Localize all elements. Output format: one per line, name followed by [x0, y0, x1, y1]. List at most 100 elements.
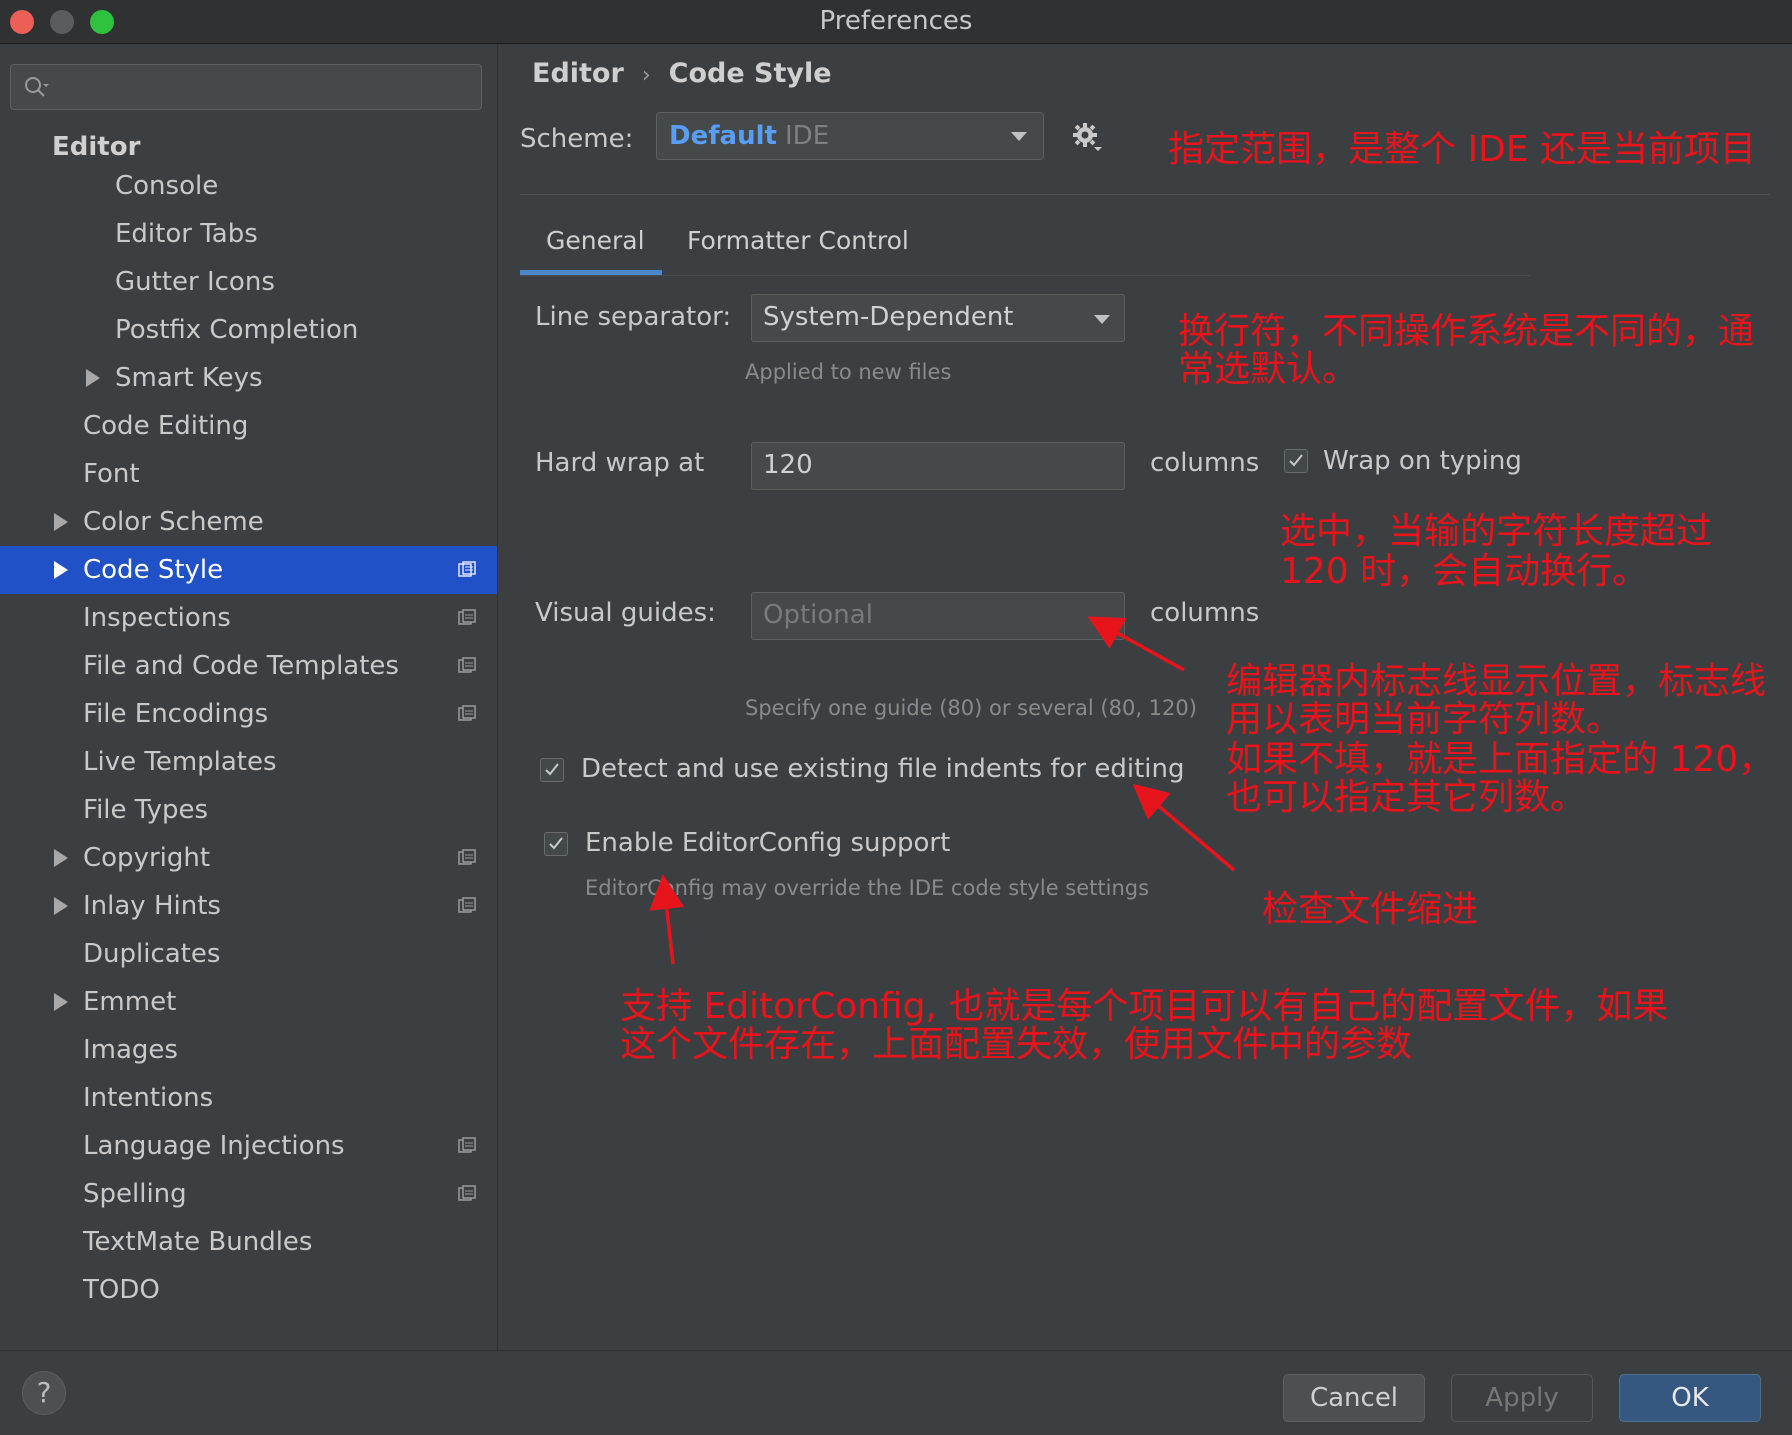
expand-arrow-icon[interactable]: [54, 993, 68, 1011]
breadcrumb-code-style: Code Style: [668, 58, 832, 89]
breadcrumb: Editor › Code Style: [532, 58, 832, 89]
sidebar-item-images[interactable]: Images: [0, 1026, 497, 1074]
sidebar-item-gutter-icons[interactable]: Gutter Icons: [0, 258, 497, 306]
title-bar: Preferences: [0, 0, 1792, 44]
settings-sidebar: Editor Console Editor Tabs Gutter Icons …: [0, 44, 498, 1350]
sidebar-item-language-injections[interactable]: Language Injections: [0, 1122, 497, 1170]
sidebar-item-label: Smart Keys: [115, 363, 263, 393]
sidebar-item-inspections[interactable]: Inspections: [0, 594, 497, 642]
sidebar-item-copyright[interactable]: Copyright: [0, 834, 497, 882]
cancel-button[interactable]: Cancel: [1283, 1374, 1425, 1422]
editorconfig-hint: EditorConfig may override the IDE code s…: [585, 876, 1150, 900]
sidebar-item-todo[interactable]: TODO: [0, 1266, 497, 1314]
project-scope-icon: [458, 849, 476, 865]
annotation-guides-1: 编辑器内标志线显示位置，标志线: [1226, 661, 1767, 702]
sidebar-item-console[interactable]: Console: [0, 162, 497, 210]
annotation-guides-2: 用以表明当前字符列数。: [1226, 699, 1623, 740]
sidebar-item-label: Copyright: [83, 843, 211, 873]
sidebar-item-file-and-code-templates[interactable]: File and Code Templates: [0, 642, 497, 690]
sidebar-item-label: Emmet: [83, 987, 177, 1017]
breadcrumb-editor[interactable]: Editor: [532, 58, 624, 89]
sidebar-item-label: Color Scheme: [83, 507, 264, 537]
sidebar-item-postfix-completion[interactable]: Postfix Completion: [0, 306, 497, 354]
sidebar-item-code-editing[interactable]: Code Editing: [0, 402, 497, 450]
detect-indents-label[interactable]: Detect and use existing file indents for…: [581, 754, 1184, 784]
sidebar-item-label: Editor Tabs: [115, 219, 258, 249]
detect-indents-checkbox[interactable]: [540, 758, 564, 782]
sidebar-item-color-scheme[interactable]: Color Scheme: [0, 498, 497, 546]
window-title: Preferences: [819, 6, 973, 36]
sidebar-item-label: Gutter Icons: [115, 267, 275, 297]
sidebar-item-textmate-bundles[interactable]: TextMate Bundles: [0, 1218, 497, 1266]
sidebar-item-inlay-hints[interactable]: Inlay Hints: [0, 882, 497, 930]
chevron-down-icon: [1011, 132, 1027, 141]
visual-guides-unit: columns: [1150, 598, 1260, 628]
sidebar-item-label: Language Injections: [83, 1131, 345, 1161]
wrap-on-typing-label[interactable]: Wrap on typing: [1323, 446, 1522, 476]
breadcrumb-separator: ›: [641, 63, 651, 88]
sidebar-item-smart-keys[interactable]: Smart Keys: [0, 354, 497, 402]
project-scope-icon: [458, 1185, 476, 1201]
sidebar-item-label: Code Style: [83, 555, 224, 585]
sidebar-item-duplicates[interactable]: Duplicates: [0, 930, 497, 978]
annotation-wrap-1: 选中，当输的字符长度超过: [1280, 511, 1713, 552]
tab-general[interactable]: General: [546, 226, 645, 255]
checkmark-icon: [1289, 454, 1303, 467]
expand-arrow-icon[interactable]: [54, 897, 68, 915]
line-separator-dropdown[interactable]: System-Dependent: [751, 294, 1125, 342]
scheme-dropdown[interactable]: Default IDE: [656, 112, 1044, 160]
gear-icon[interactable]: [1072, 122, 1102, 152]
annotation-wrap-2: 120 时，会自动换行。: [1280, 551, 1649, 592]
project-scope-icon: [458, 1137, 476, 1153]
project-scope-icon: [458, 657, 476, 673]
line-separator-value: System-Dependent: [763, 302, 1014, 332]
sidebar-item-label: TextMate Bundles: [83, 1227, 313, 1257]
project-scope-icon: [458, 705, 476, 721]
sidebar-item-label: File Types: [83, 795, 209, 825]
wrap-on-typing-checkbox[interactable]: [1284, 449, 1308, 473]
sidebar-item-file-encodings[interactable]: File Encodings: [0, 690, 497, 738]
divider: [520, 194, 1770, 195]
sidebar-item-label: Postfix Completion: [115, 315, 359, 345]
hard-wrap-input[interactable]: 120: [751, 442, 1125, 490]
sidebar-item-intentions[interactable]: Intentions: [0, 1074, 497, 1122]
sidebar-item-font[interactable]: Font: [0, 450, 497, 498]
annotation-line-separator-1: 换行符，不同操作系统是不同的，通: [1178, 311, 1755, 352]
search-icon: [25, 77, 49, 97]
sidebar-item-editor-tabs[interactable]: Editor Tabs: [0, 210, 497, 258]
sidebar-item-label: File Encodings: [83, 699, 269, 729]
search-input[interactable]: [10, 64, 482, 110]
expand-arrow-icon[interactable]: [54, 513, 68, 531]
sidebar-item-emmet[interactable]: Emmet: [0, 978, 497, 1026]
help-button[interactable]: ?: [22, 1371, 66, 1415]
annotation-indents: 检查文件缩进: [1262, 889, 1479, 930]
sidebar-item-label: Inlay Hints: [83, 891, 221, 921]
sidebar-item-label: Intentions: [83, 1083, 214, 1113]
sidebar-item-spelling[interactable]: Spelling: [0, 1170, 497, 1218]
visual-guides-input[interactable]: Optional: [751, 592, 1125, 640]
sidebar-item-label: TODO: [83, 1275, 160, 1305]
editorconfig-label[interactable]: Enable EditorConfig support: [585, 828, 950, 858]
sidebar-item-label: Inspections: [83, 603, 231, 633]
hard-wrap-label: Hard wrap at: [535, 448, 705, 478]
line-separator-hint: Applied to new files: [745, 360, 952, 384]
sidebar-item-live-templates[interactable]: Live Templates: [0, 738, 497, 786]
dialog-footer: ? Cancel Apply OK: [0, 1350, 1792, 1435]
annotation-editorconfig-2: 这个文件存在，上面配置失效，使用文件中的参数: [620, 1024, 1413, 1065]
expand-arrow-icon[interactable]: [54, 561, 68, 579]
apply-button[interactable]: Apply: [1451, 1374, 1593, 1422]
sidebar-item-label: Code Editing: [83, 411, 249, 441]
annotation-editorconfig-1: 支持 EditorConfig, 也就是每个项目可以有自己的配置文件，如果: [620, 986, 1669, 1027]
expand-arrow-icon[interactable]: [54, 849, 68, 867]
annotation-scheme: 指定范围，是整个 IDE 还是当前项目: [1168, 129, 1756, 170]
expand-arrow-icon[interactable]: [86, 369, 100, 387]
ok-button[interactable]: OK: [1619, 1374, 1761, 1422]
sidebar-item-label: Images: [83, 1035, 178, 1065]
editorconfig-checkbox[interactable]: [544, 832, 568, 856]
visual-guides-hint: Specify one guide (80) or several (80, 1…: [745, 696, 1197, 720]
sidebar-item-label: Live Templates: [83, 747, 277, 777]
sidebar-section-editor[interactable]: Editor: [52, 132, 140, 162]
sidebar-item-file-types[interactable]: File Types: [0, 786, 497, 834]
sidebar-item-code-style[interactable]: Code Style: [0, 546, 497, 594]
tab-formatter-control[interactable]: Formatter Control: [687, 226, 909, 255]
